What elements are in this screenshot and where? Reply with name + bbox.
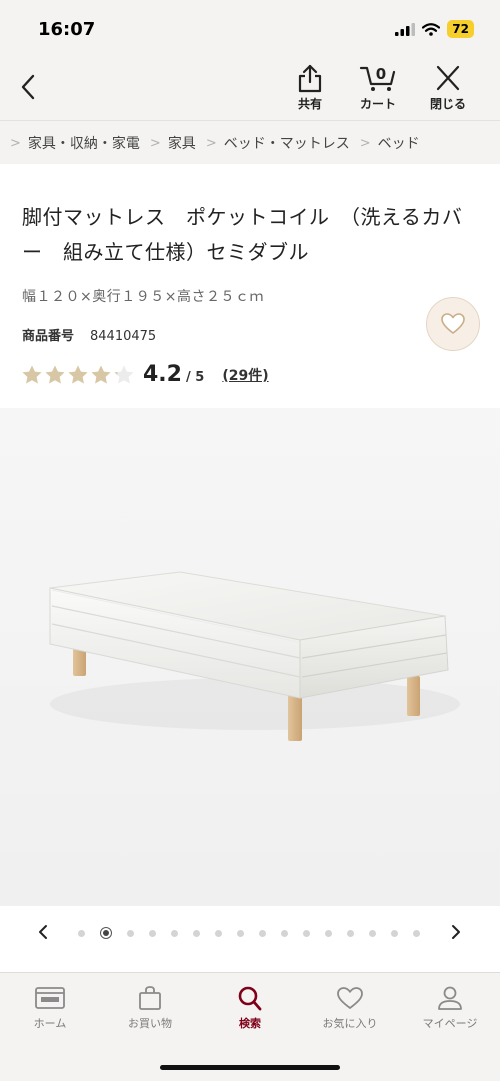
rating-max: / 5 (185, 370, 205, 385)
top-navigation: 共有 0 カート 閉じる (0, 60, 500, 120)
signal-icon (395, 22, 416, 36)
share-icon (298, 64, 322, 93)
star-icon (114, 365, 134, 383)
status-icons: 72 (395, 20, 474, 38)
product-image[interactable] (0, 408, 500, 906)
tab-shopping[interactable]: お買い物 (100, 985, 200, 1031)
breadcrumb-label: 家具・収納・家電 (27, 136, 140, 152)
close-icon (436, 65, 460, 91)
carousel-prev-button[interactable] (33, 921, 53, 943)
product-title: 脚付マットレス ポケットコイル （洗えるカバー 組み立て仕様）セミダブル (22, 205, 463, 264)
product-number-value: 84410475 (90, 329, 157, 344)
carousel-dot[interactable] (391, 929, 398, 937)
product-size: 幅１２０×奥行１９５×高さ２５ｃｍ (22, 289, 264, 305)
cart-icon: 0 (359, 65, 396, 91)
favorite-button[interactable] (426, 297, 480, 351)
review-count-link[interactable]: (29件) (222, 365, 268, 385)
rating: 4.2 / 5 (29件) (21, 362, 269, 387)
breadcrumb-label: ベッド (377, 136, 420, 152)
image-carousel-controls (0, 906, 500, 958)
tab-home[interactable]: ホーム (0, 985, 100, 1031)
breadcrumb-item[interactable]: > 家具 (140, 133, 196, 153)
chevron-left-icon (21, 74, 35, 100)
star-icon (91, 365, 111, 383)
breadcrumb-item[interactable]: > ベッド・マットレス (196, 133, 350, 153)
star-icon (22, 365, 42, 383)
battery-indicator: 72 (447, 20, 474, 38)
product-number-label: 商品番号 (22, 329, 75, 344)
breadcrumb: > 家具・収納・家電 > 家具 > ベッド・マットレス > ベッド (0, 120, 500, 165)
breadcrumb-item[interactable]: > ベッド (350, 133, 420, 153)
carousel-dot[interactable] (100, 927, 112, 939)
carousel-dot[interactable] (78, 929, 85, 937)
status-bar: 16:07 72 (0, 0, 500, 60)
cart-count: 0 (376, 65, 386, 83)
close-label: 閉じる (429, 97, 466, 111)
carousel-dot[interactable] (369, 929, 376, 937)
carousel-dot[interactable] (281, 929, 288, 937)
rating-value: 4.2 (143, 362, 182, 387)
breadcrumb-label: ベッド・マットレス (223, 136, 350, 152)
chevron-right-icon: > (10, 135, 21, 151)
tab-label: ホーム (33, 1017, 67, 1030)
heart-icon (441, 313, 465, 334)
tab-label: お買い物 (128, 1017, 172, 1030)
tab-search[interactable]: 検索 (200, 985, 300, 1031)
star-icon (68, 365, 88, 383)
search-icon (238, 986, 262, 1011)
carousel-dot[interactable] (171, 929, 178, 937)
carousel-dot[interactable] (347, 929, 354, 937)
carousel-dot[interactable] (149, 929, 156, 937)
carousel-dots (78, 927, 420, 939)
carousel-dot[interactable] (215, 929, 222, 937)
mattress-illustration (0, 408, 500, 906)
back-button[interactable] (14, 72, 42, 102)
tab-label: マイページ (422, 1017, 478, 1030)
tab-label: お気に入り (322, 1017, 378, 1030)
shopping-bag-icon (139, 986, 161, 1010)
close-button[interactable]: 閉じる (418, 63, 478, 112)
carousel-dot[interactable] (325, 929, 332, 937)
breadcrumb-label: 家具 (167, 136, 196, 152)
carousel-next-button[interactable] (446, 921, 466, 943)
wifi-icon (422, 22, 441, 36)
tab-favorites[interactable]: お気に入り (300, 985, 400, 1031)
carousel-dot[interactable] (237, 929, 244, 937)
star-icon (45, 365, 65, 383)
chevron-right-icon: > (205, 135, 217, 151)
breadcrumb-item[interactable]: > 家具・収納・家電 (0, 133, 140, 153)
carousel-dot[interactable] (193, 929, 200, 937)
chevron-left-icon (39, 925, 47, 939)
heart-icon (337, 987, 363, 1009)
home-indicator (160, 1065, 340, 1070)
person-icon (438, 986, 462, 1010)
share-button[interactable]: 共有 (280, 63, 340, 112)
cart-label: カート (359, 97, 396, 111)
chevron-right-icon (452, 925, 460, 939)
rating-stars (21, 364, 135, 386)
carousel-dot[interactable] (259, 929, 266, 937)
product-info: 脚付マットレス ポケットコイル （洗えるカバー 組み立て仕様）セミダブル 幅１２… (0, 164, 500, 408)
cart-button[interactable]: 0 カート (348, 63, 408, 112)
home-icon (35, 987, 65, 1009)
tab-mypage[interactable]: マイページ (400, 985, 500, 1031)
chevron-right-icon: > (149, 135, 161, 151)
share-label: 共有 (297, 97, 322, 111)
tab-label: 検索 (239, 1017, 261, 1030)
carousel-dot[interactable] (127, 929, 134, 937)
carousel-dot[interactable] (303, 929, 310, 937)
chevron-right-icon: > (359, 135, 371, 151)
product-number: 商品番号 84410475 (22, 325, 156, 344)
carousel-dot[interactable] (413, 929, 420, 937)
status-time: 16:07 (38, 19, 96, 40)
